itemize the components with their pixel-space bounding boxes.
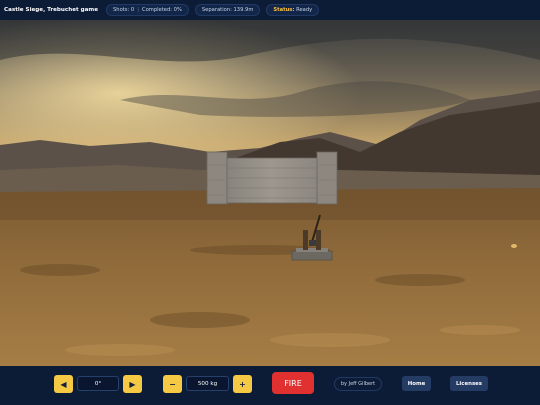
angle-value: 0° — [94, 380, 102, 387]
weight-display: 500 kg — [186, 376, 229, 391]
castle-wall-target — [206, 151, 338, 205]
shots-counter: Shots: 0 — [113, 7, 135, 13]
separation-pill: Separation: 139.9m — [194, 4, 261, 16]
status-pill: Status: Ready — [266, 4, 320, 16]
home-button[interactable]: Home — [402, 376, 431, 391]
fire-button[interactable]: FIRE — [272, 372, 314, 394]
small-rock — [511, 244, 517, 248]
angle-display: 0° — [77, 376, 119, 391]
angle-decrease-button[interactable]: ◀ — [54, 375, 73, 393]
left-arrow-icon: ◀ — [60, 379, 67, 389]
game-title: Castle Siege, Trebuchet game — [4, 7, 99, 13]
status-label: Status: — [273, 7, 295, 13]
game-scene-render — [0, 20, 540, 366]
plus-icon: + — [239, 379, 246, 389]
status-value: Ready — [296, 7, 313, 13]
separation-readout: Separation: 139.9m — [201, 7, 254, 13]
pill-divider: | — [137, 7, 139, 13]
author-credit: by Jeff Gilbert — [334, 377, 382, 391]
minus-icon: − — [169, 379, 176, 389]
licenses-button[interactable]: Licenses — [450, 376, 488, 391]
fire-label: FIRE — [284, 378, 302, 388]
right-arrow-icon: ▶ — [129, 379, 136, 389]
weight-decrease-button[interactable]: − — [163, 375, 182, 393]
angle-increase-button[interactable]: ▶ — [123, 375, 142, 393]
licenses-label: Licenses — [455, 380, 483, 387]
weight-value: 500 kg — [197, 380, 218, 387]
game-scene-viewport[interactable] — [0, 20, 540, 366]
control-bar: ◀ 0° ▶ − 500 kg + FIRE by Jeff Gilbert H… — [0, 366, 540, 405]
home-label: Home — [407, 380, 426, 387]
completed-percent: Completed: 0% — [141, 7, 182, 13]
top-status-bar: Castle Siege, Trebuchet game Shots: 0 | Co… — [0, 0, 540, 20]
weight-increase-button[interactable]: + — [233, 375, 252, 393]
credit-text: by Jeff Gilbert — [340, 381, 376, 387]
stats-pill: Shots: 0 | Completed: 0% — [106, 4, 189, 16]
